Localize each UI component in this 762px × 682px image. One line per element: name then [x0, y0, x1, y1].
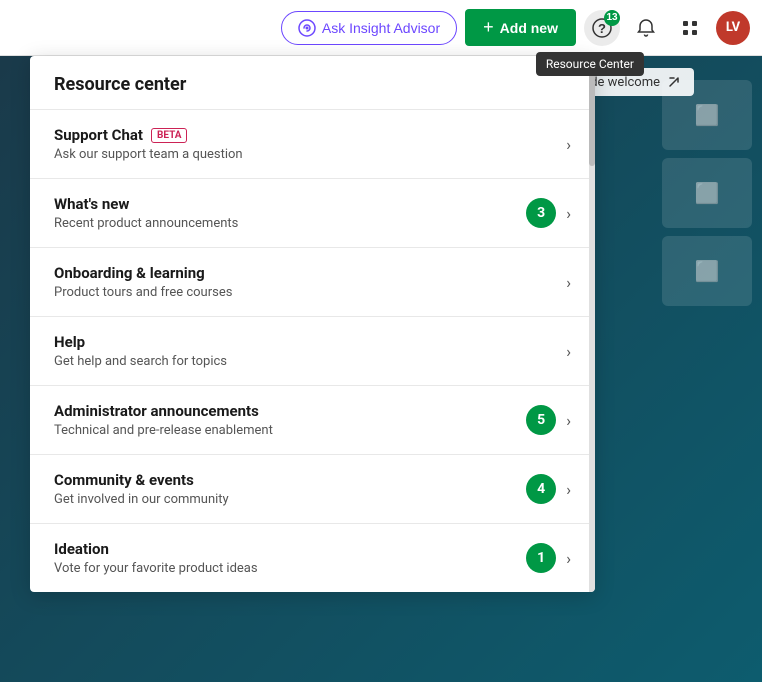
plus-icon: + [483, 17, 494, 38]
ideation-right: 1 › [526, 543, 571, 573]
panel-item-content-help: Help Get help and search for topics [54, 333, 566, 369]
admin-right: 5 › [526, 405, 571, 435]
panel-item-content-support: Support Chat BETA Ask our support team a… [54, 126, 566, 162]
side-tiles: ⬜ ⬜ ⬜ [662, 80, 752, 306]
panel-item-admin[interactable]: Administrator announcements Technical an… [30, 385, 595, 454]
panel-item-content-whats-new: What's new Recent product announcements [54, 195, 526, 231]
chevron-icon-admin: › [566, 411, 571, 430]
insight-advisor-label: Ask Insight Advisor [322, 20, 440, 36]
insight-advisor-button[interactable]: Ask Insight Advisor [281, 11, 457, 45]
onboarding-title: Onboarding & learning [54, 264, 566, 282]
resource-center-button[interactable]: ? 13 [584, 10, 620, 46]
collapse-icon [666, 74, 682, 90]
external-link-icon-1: ⬜ [695, 103, 720, 127]
whats-new-desc: Recent product announcements [54, 216, 526, 231]
onboarding-right: › [566, 273, 571, 292]
panel-item-content-admin: Administrator announcements Technical an… [54, 402, 526, 438]
community-desc: Get involved in our community [54, 492, 526, 507]
scroll-thumb [589, 66, 595, 166]
chevron-icon-support: › [566, 135, 571, 154]
notification-badge: 13 [604, 10, 620, 26]
grid-icon [680, 18, 700, 38]
tile-2: ⬜ [662, 158, 752, 228]
whats-new-count: 3 [526, 198, 556, 228]
community-right: 4 › [526, 474, 571, 504]
panel-title: Resource center [30, 56, 595, 109]
resource-center-tooltip: Resource Center [536, 52, 644, 76]
panel-item-help[interactable]: Help Get help and search for topics › [30, 316, 595, 385]
help-title: Help [54, 333, 566, 351]
apps-grid-button[interactable] [672, 10, 708, 46]
panel-item-content-community: Community & events Get involved in our c… [54, 471, 526, 507]
panel-item-community[interactable]: Community & events Get involved in our c… [30, 454, 595, 523]
support-chat-desc: Ask our support team a question [54, 147, 566, 162]
bell-icon [636, 18, 656, 38]
admin-count: 5 [526, 405, 556, 435]
help-right: › [566, 342, 571, 361]
beta-badge: BETA [151, 128, 188, 143]
admin-desc: Technical and pre-release enablement [54, 423, 526, 438]
onboarding-desc: Product tours and free courses [54, 285, 566, 300]
external-link-icon-2: ⬜ [695, 181, 720, 205]
add-new-button[interactable]: + Add new [465, 9, 576, 46]
chevron-icon-community: › [566, 480, 571, 499]
avatar-initials: LV [726, 20, 740, 35]
user-avatar[interactable]: LV [716, 11, 750, 45]
panel-item-content-onboarding: Onboarding & learning Product tours and … [54, 264, 566, 300]
external-link-icon-3: ⬜ [695, 259, 720, 283]
admin-title: Administrator announcements [54, 402, 526, 420]
whats-new-right: 3 › [526, 198, 571, 228]
chevron-icon-help: › [566, 342, 571, 361]
ideation-count: 1 [526, 543, 556, 573]
ideation-title: Ideation [54, 540, 526, 558]
panel-item-ideation[interactable]: Ideation Vote for your favorite product … [30, 523, 595, 592]
panel-scroll-area[interactable]: Support Chat BETA Ask our support team a… [30, 109, 595, 592]
community-count: 4 [526, 474, 556, 504]
ideation-desc: Vote for your favorite product ideas [54, 561, 526, 576]
notifications-button[interactable] [628, 10, 664, 46]
add-new-label: Add new [500, 20, 558, 36]
whats-new-title: What's new [54, 195, 526, 213]
top-nav: Ask Insight Advisor + Add new ? 13 LV [0, 0, 762, 56]
resource-center-panel: Resource center Support Chat BETA Ask ou… [30, 56, 595, 592]
chevron-icon-whats-new: › [566, 204, 571, 223]
support-chat-title: Support Chat BETA [54, 126, 566, 144]
panel-item-whats-new[interactable]: What's new Recent product announcements … [30, 178, 595, 247]
insight-icon [298, 19, 316, 37]
panel-item-content-ideation: Ideation Vote for your favorite product … [54, 540, 526, 576]
scroll-strip[interactable] [589, 56, 595, 592]
community-title: Community & events [54, 471, 526, 489]
chevron-icon-ideation: › [566, 549, 571, 568]
help-desc: Get help and search for topics [54, 354, 566, 369]
tile-3: ⬜ [662, 236, 752, 306]
support-chat-right: › [566, 135, 571, 154]
panel-item-support-chat[interactable]: Support Chat BETA Ask our support team a… [30, 109, 595, 178]
chevron-icon-onboarding: › [566, 273, 571, 292]
panel-item-onboarding[interactable]: Onboarding & learning Product tours and … [30, 247, 595, 316]
